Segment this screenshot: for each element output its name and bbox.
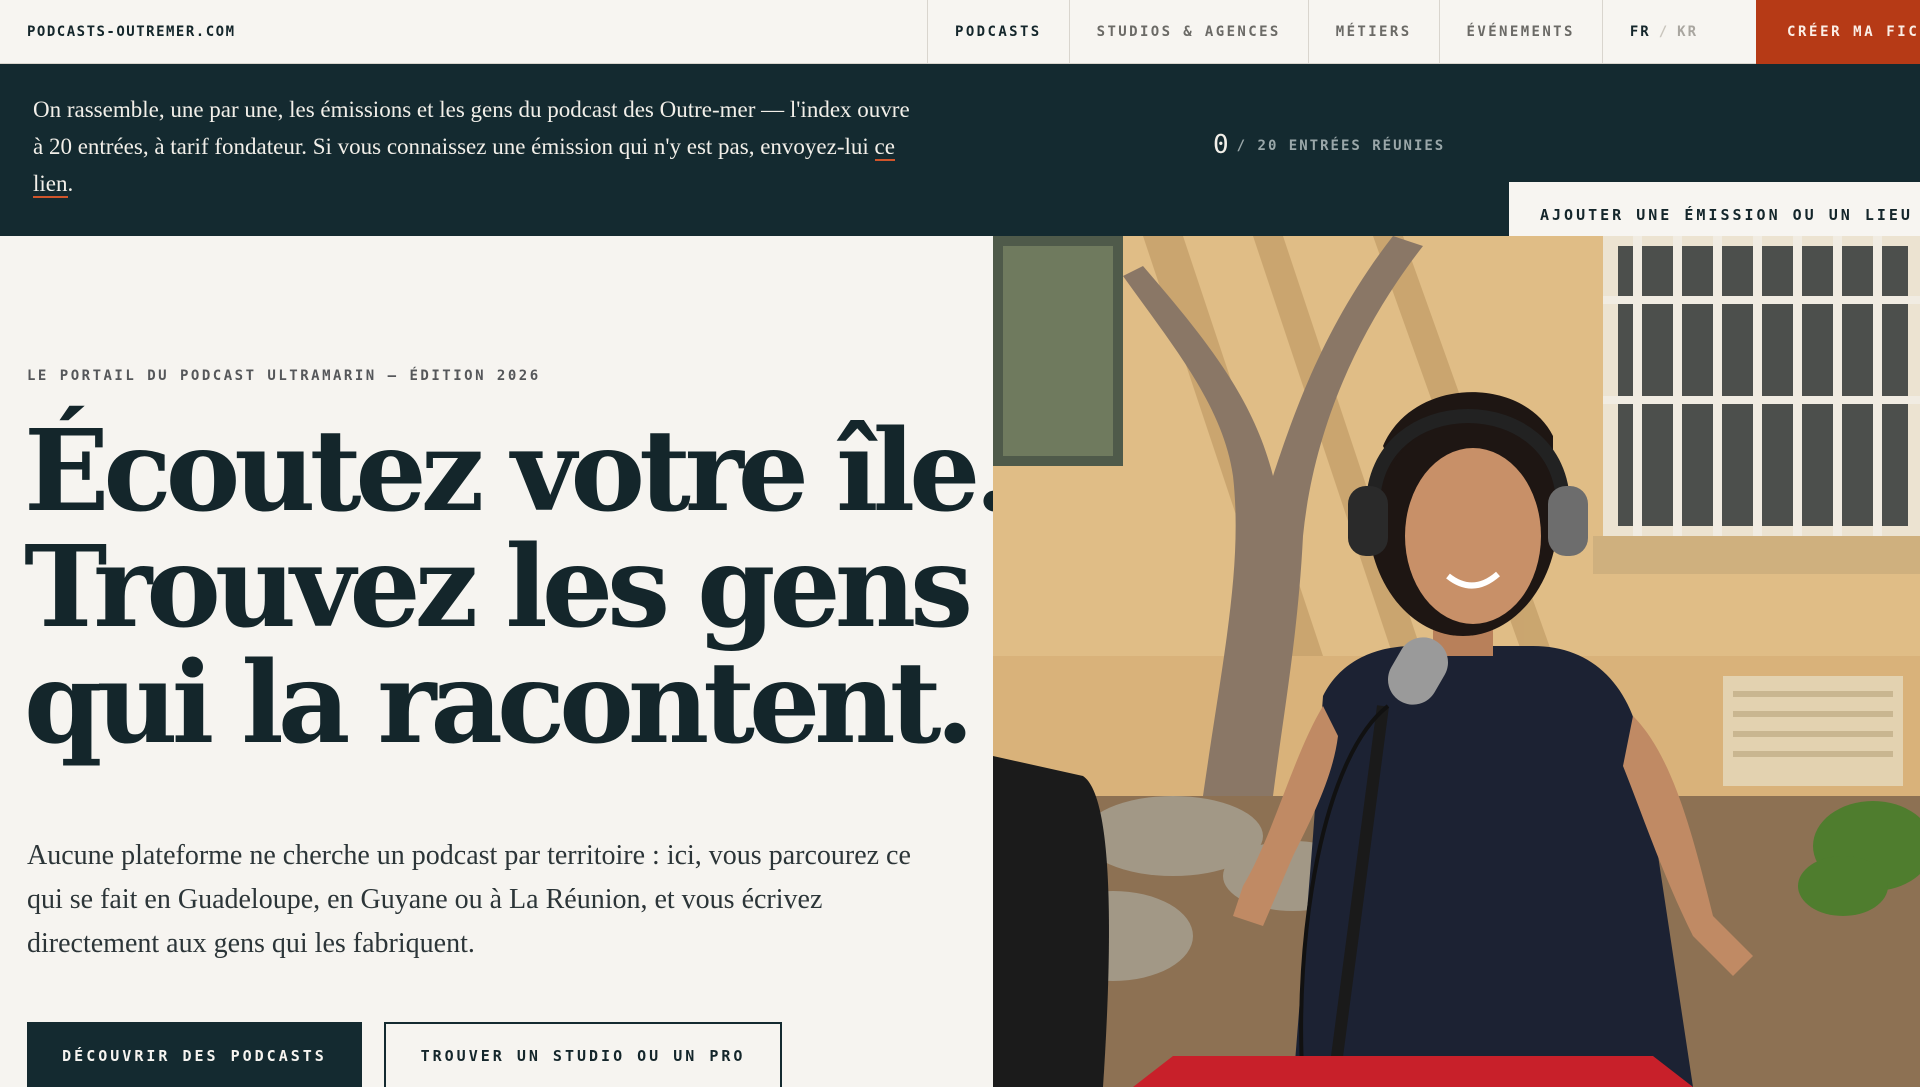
banner-message: On rassemble, une par une, les émissions… [33,91,913,202]
entries-count-label: / 20 ENTRÉES RÉUNIES [1236,138,1446,154]
language-switcher: FR / KR [1601,0,1725,64]
hero-photo [993,236,1920,1087]
nav-item-evenements[interactable]: ÉVÉNEMENTS [1438,0,1602,64]
lang-separator: / [1658,24,1670,40]
discover-podcasts-button[interactable]: DÉCOUVRIR DES PODCASTS [27,1022,362,1087]
create-profile-button[interactable]: CRÉER MA FICHE [1756,0,1920,64]
main-nav: PODCASTS STUDIOS & AGENCES MÉTIERS ÉVÉNE… [927,0,1725,64]
headline-line-3: qui la racontent. [24,638,974,769]
banner-text-before: On rassemble, une par une, les émissions… [33,97,910,159]
top-navigation: PODCASTS-OUTREMER.COM PODCASTS STUDIOS &… [0,0,1920,64]
site-logo[interactable]: PODCASTS-OUTREMER.COM [27,0,236,64]
hero-headline: Écoutez votre île. Trouvez les gens qui … [24,406,1013,769]
nav-item-studios[interactable]: STUDIOS & AGENCES [1068,0,1308,64]
hero-lede: Aucune plateforme ne cherche un podcast … [27,840,911,959]
hero-eyebrow: LE PORTAIL DU PODCAST ULTRAMARIN — ÉDITI… [27,368,541,384]
lang-kr[interactable]: KR [1677,24,1698,40]
podcaster-illustration [993,236,1920,1087]
announcement-banner: On rassemble, une par une, les émissions… [0,64,1920,248]
nav-item-metiers[interactable]: MÉTIERS [1307,0,1439,64]
find-studio-button[interactable]: TROUVER UN STUDIO OU UN PRO [384,1022,782,1087]
banner-text-after: . [67,171,74,196]
entries-counter: 0 / 20 ENTRÉES RÉUNIES [1213,130,1445,160]
lang-fr[interactable]: FR [1630,24,1651,40]
headline-line-2: Trouvez les gens [24,522,973,653]
entries-count: 0 [1213,130,1229,160]
headline-line-1: Écoutez votre île. [24,406,1013,537]
nav-item-podcasts[interactable]: PODCASTS [927,0,1069,64]
